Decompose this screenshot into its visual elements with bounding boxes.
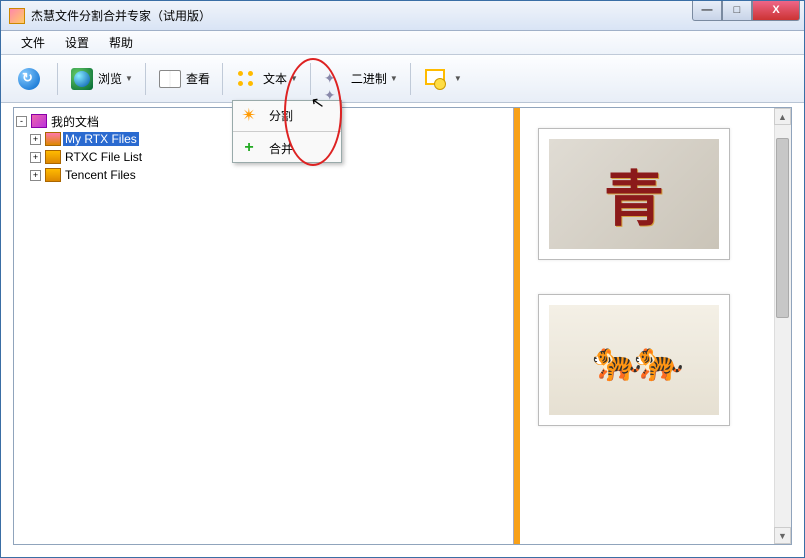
tree-item-label: Tencent Files [63,168,138,182]
documents-icon [31,114,47,128]
dropdown-split[interactable]: ✴ 分割 [233,101,341,129]
window-buttons: — □ X [692,1,804,31]
refresh-icon [18,68,40,90]
browse-button[interactable]: 浏览 ▼ [64,63,139,95]
dropdown-split-label: 分割 [269,107,293,124]
separator [57,63,58,95]
separator [410,63,411,95]
menu-settings[interactable]: 设置 [55,31,99,54]
separator [222,63,223,95]
merge-icon: + [239,138,259,158]
globe-icon [71,68,93,90]
thumbnail-image: 青 [549,139,719,249]
menu-help[interactable]: 帮助 [99,31,143,54]
separator [145,63,146,95]
badge-button[interactable]: ▼ [417,63,468,95]
text-button[interactable]: 文本 ▼ [229,63,304,95]
expand-icon[interactable]: + [30,134,41,145]
thumbnail[interactable]: 🐅🐅 [538,294,730,426]
preview-pane: 青 🐅🐅 ▲ ▼ [520,108,791,544]
expand-icon[interactable]: + [30,152,41,163]
browse-label: 浏览 [98,70,122,87]
expand-icon[interactable]: + [30,170,41,181]
tree-pane: - 我的文档 + My RTX Files + RTXC File List + [14,108,514,544]
chevron-down-icon: ▼ [125,74,133,83]
binary-label: 二进制 [351,70,387,87]
app-window: 杰慧文件分割合并专家（试用版） — □ X 文件 设置 帮助 浏览 ▼ 查看 文… [0,0,805,558]
app-icon [9,8,25,24]
thumbnail-list: 青 🐅🐅 [520,108,791,544]
text-dropdown-menu: ✴ 分割 + 合并 [232,100,342,163]
close-button[interactable]: X [752,1,800,21]
sparkle-icon [324,68,346,90]
content-area: - 我的文档 + My RTX Files + RTXC File List + [13,107,792,545]
titlebar[interactable]: 杰慧文件分割合并专家（试用版） — □ X [1,1,804,31]
view-button[interactable]: 查看 [152,63,216,95]
chevron-down-icon: ▼ [454,74,462,83]
scroll-up-button[interactable]: ▲ [774,108,791,125]
folder-icon [45,150,61,164]
tree-item-label: My RTX Files [63,132,139,146]
maximize-button[interactable]: □ [722,1,752,21]
collapse-icon[interactable]: - [16,116,27,127]
folder-icon [45,132,61,146]
window-title: 杰慧文件分割合并专家（试用版） [31,7,692,24]
dropdown-merge[interactable]: + 合并 [233,134,341,162]
chevron-down-icon: ▼ [290,74,298,83]
text-label: 文本 [263,70,287,87]
certificate-icon [424,68,446,90]
folder-icon [45,168,61,182]
book-icon [159,70,181,88]
binary-button[interactable]: 二进制 ▼ [317,63,404,95]
refresh-button[interactable] [11,63,51,95]
split-icon: ✴ [239,105,259,125]
chevron-down-icon: ▼ [390,74,398,83]
scroll-down-button[interactable]: ▼ [774,527,791,544]
menubar: 文件 设置 帮助 [1,31,804,55]
scroll-thumb[interactable] [776,138,789,318]
view-label: 查看 [186,70,210,87]
scrollbar[interactable]: ▲ ▼ [774,108,791,544]
thumbnail-image: 🐅🐅 [549,305,719,415]
tree-item-label: RTXC File List [63,150,144,164]
dropdown-merge-label: 合并 [269,140,293,157]
toolbar: 浏览 ▼ 查看 文本 ▼ 二进制 ▼ ▼ [1,55,804,103]
dots-icon [236,68,258,90]
tree-item[interactable]: + Tencent Files [16,166,511,184]
tree-root-label: 我的文档 [49,113,101,130]
thumbnail[interactable]: 青 [538,128,730,260]
menu-file[interactable]: 文件 [11,31,55,54]
separator [233,131,341,132]
minimize-button[interactable]: — [692,1,722,21]
separator [310,63,311,95]
